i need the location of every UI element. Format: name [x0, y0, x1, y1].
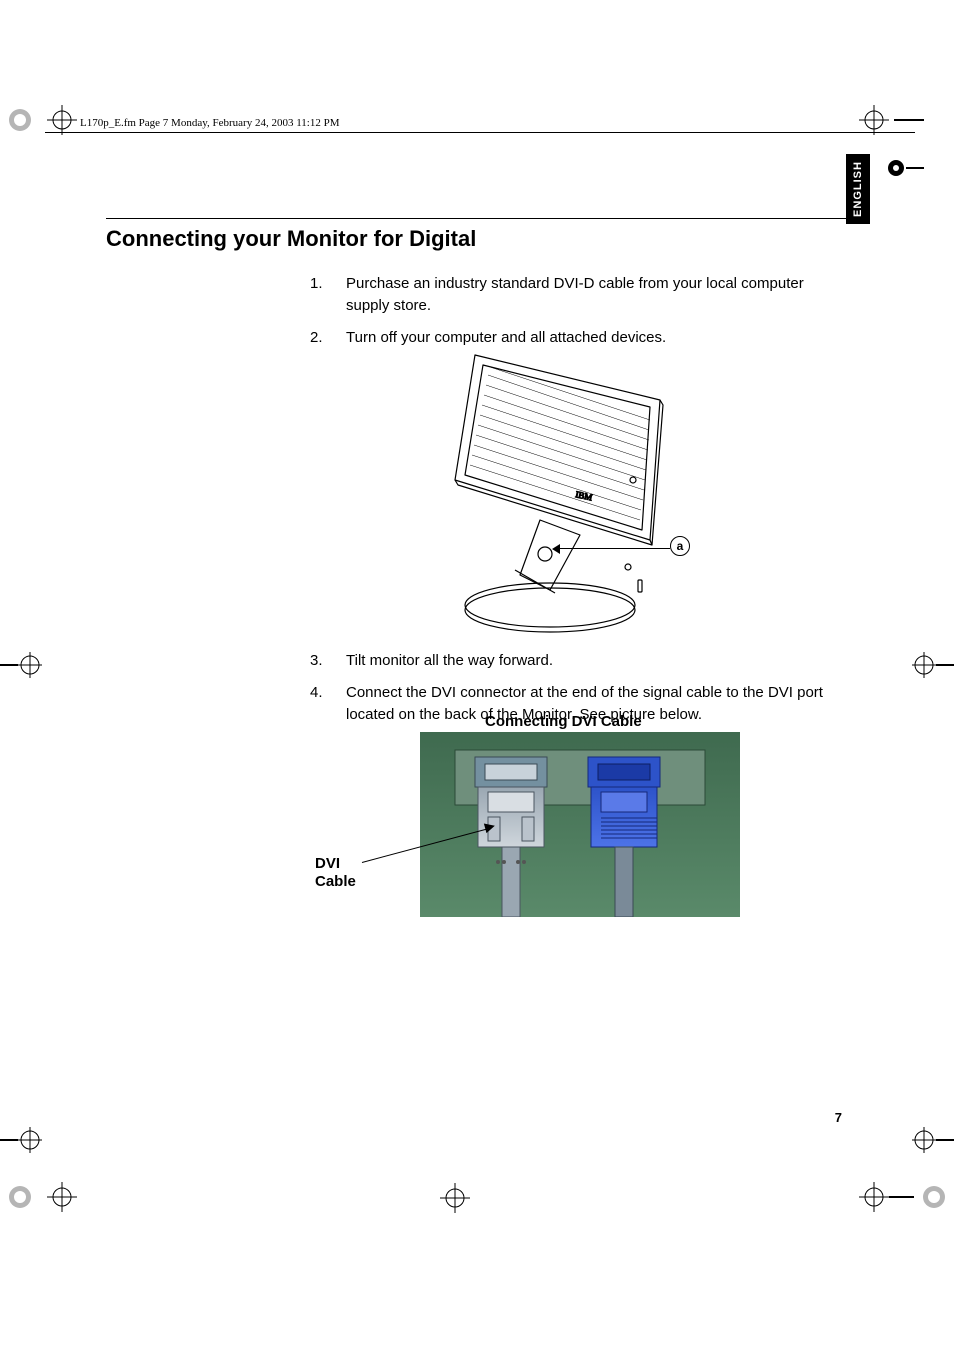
step-2-text: Turn off your computer and all attached …: [346, 329, 666, 346]
page-header-text: L170p_E.fm Page 7 Monday, February 24, 2…: [80, 117, 340, 129]
section-rule: [106, 218, 846, 219]
regmark-right-lower: [909, 1125, 954, 1155]
language-tab-label: ENGLISH: [852, 161, 864, 217]
figure-dvi-ports: [420, 732, 740, 917]
step-3-number: 3.: [310, 650, 323, 672]
header-rule: [45, 132, 915, 133]
dvi-cable-label: DVI Cable: [315, 855, 356, 891]
callout-a-leader: [555, 548, 670, 549]
figure-monitor: IBM: [420, 345, 710, 645]
figure-2-caption: Connecting DVI Cable: [485, 713, 642, 730]
regmark-top-right: [854, 100, 924, 140]
callout-a-arrow: [552, 544, 560, 554]
regmark-bottom-left: [0, 1172, 80, 1222]
page-number: 7: [835, 1110, 842, 1125]
language-tab: ENGLISH: [846, 154, 870, 224]
step-3: 3. Tilt monitor all the way forward.: [310, 650, 850, 672]
regmark-top-left: [0, 95, 80, 145]
regmark-bottom-center: [435, 1178, 475, 1218]
step-1-text: Purchase an industry standard DVI-D cabl…: [346, 275, 804, 314]
regmark-right-upper: [884, 158, 924, 178]
step-2-number: 2.: [310, 327, 323, 349]
step-1-number: 1.: [310, 273, 323, 295]
step-4-number: 4.: [310, 682, 323, 704]
dvi-cable-label-l2: Cable: [315, 873, 356, 890]
dvi-cable-label-l1: DVI: [315, 855, 340, 872]
regmark-bottom-right: [854, 1172, 954, 1222]
regmark-left-mid: [0, 650, 45, 680]
regmark-right-mid: [909, 650, 954, 680]
regmark-left-lower: [0, 1125, 45, 1155]
section-title: Connecting your Monitor for Digital: [106, 226, 476, 252]
callout-a: a: [670, 536, 690, 556]
step-1: 1. Purchase an industry standard DVI-D ca…: [310, 273, 850, 317]
step-3-text: Tilt monitor all the way forward.: [346, 652, 553, 669]
svg-text:IBM: IBM: [575, 489, 594, 502]
